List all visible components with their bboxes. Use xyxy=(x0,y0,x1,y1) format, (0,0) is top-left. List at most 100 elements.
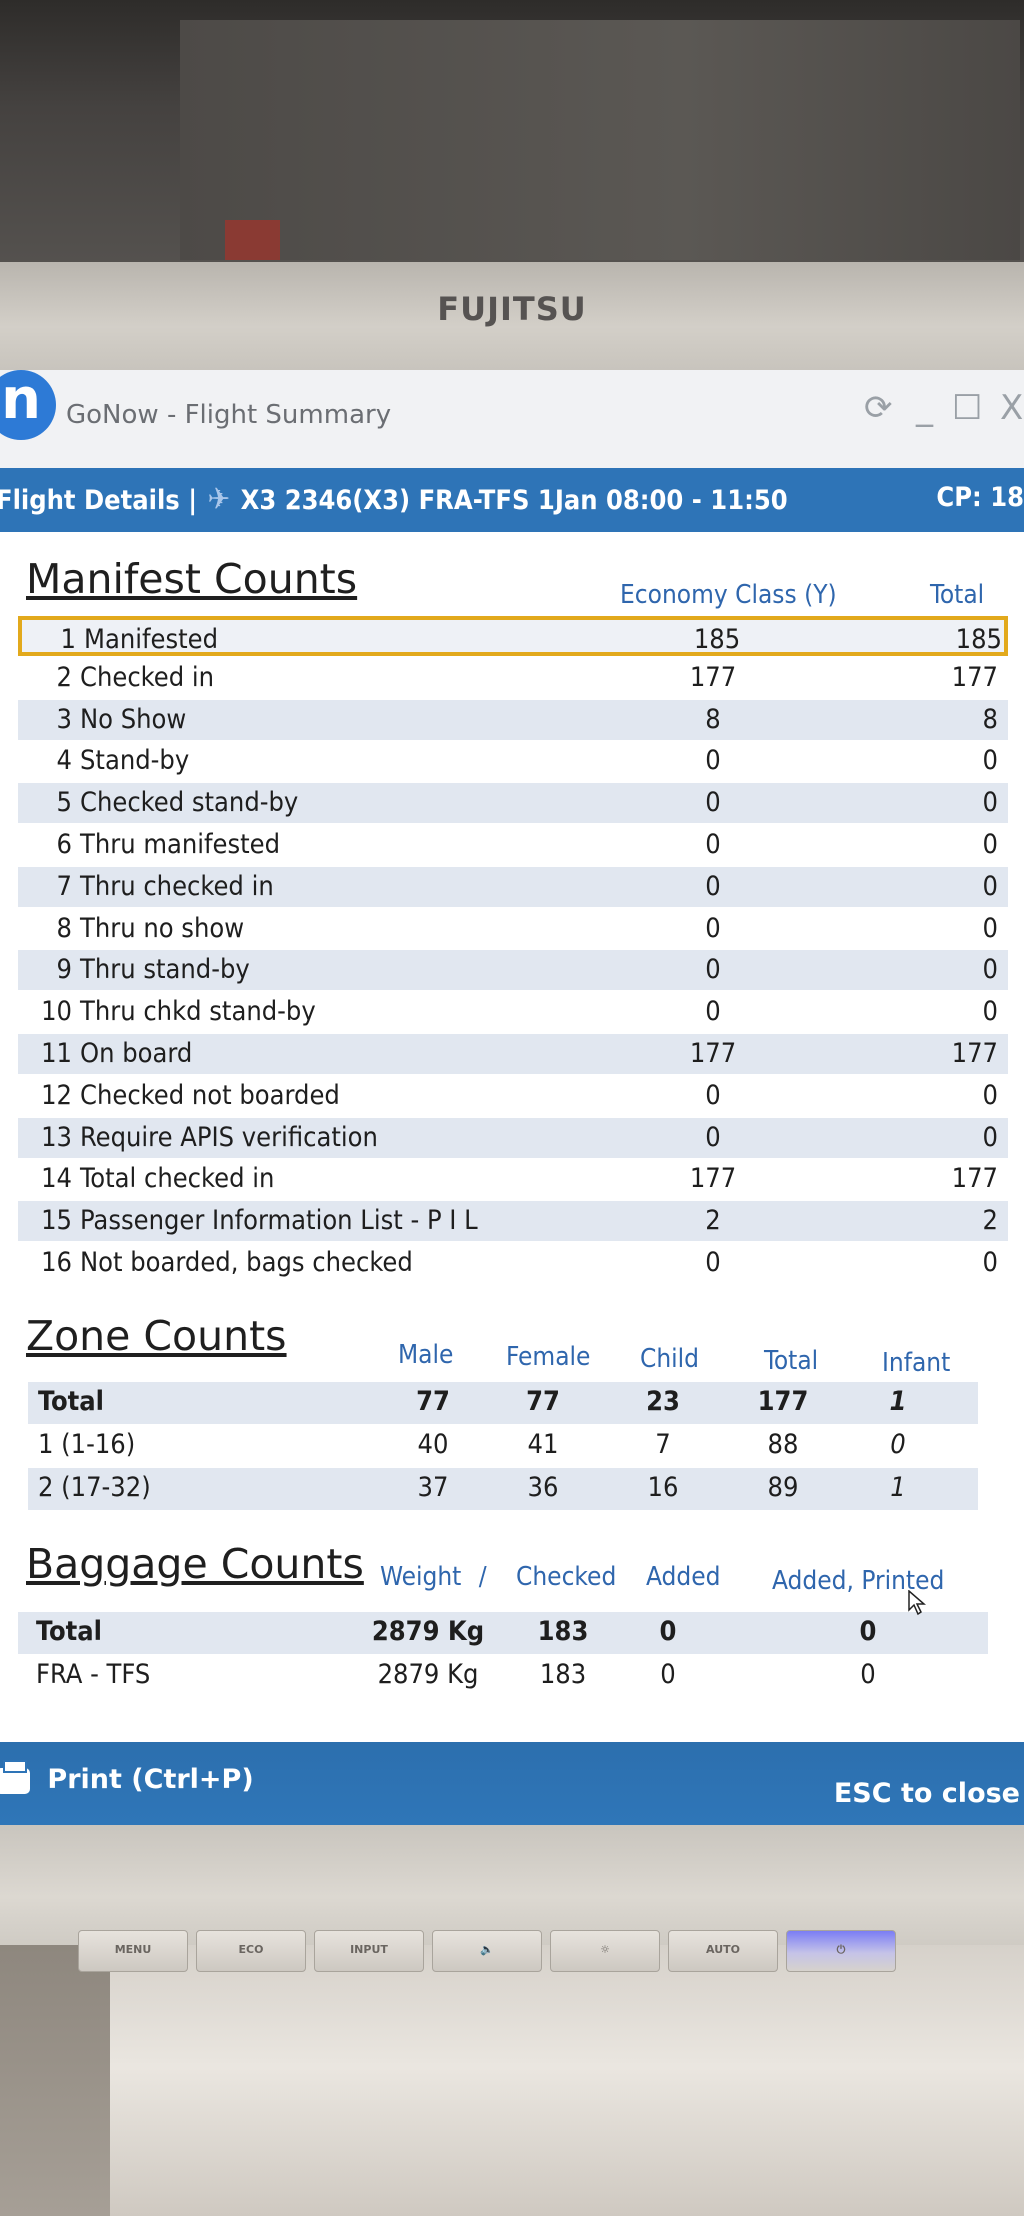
manifest-row-index: 12 xyxy=(41,1079,72,1111)
manifest-row[interactable]: 4 Stand-by 0 0 xyxy=(18,741,1008,781)
zone-female: 77 xyxy=(526,1386,560,1417)
baggage-col-weight: Weight / xyxy=(380,1562,497,1592)
manifest-row[interactable]: 16 Not boarded, bags checked 0 0 xyxy=(18,1243,1008,1283)
zone-female: 41 xyxy=(527,1429,559,1460)
manifest-row-index: 9 xyxy=(56,954,72,986)
esc-hint: ESC to close xyxy=(833,1778,1020,1809)
volume-button[interactable]: 🔈 xyxy=(432,1930,542,1972)
zone-female: 36 xyxy=(527,1472,559,1503)
manifest-row-total: 8 xyxy=(982,703,998,735)
mouse-cursor-icon xyxy=(908,1590,926,1616)
auto-button[interactable]: AUTO xyxy=(668,1930,778,1972)
manifest-row-index: 16 xyxy=(41,1247,72,1278)
manifest-col-total: Total xyxy=(930,580,985,610)
manifest-row-economy: 0 xyxy=(705,829,721,860)
manifest-row-economy: 177 xyxy=(689,1163,737,1195)
manifest-row-label: Thru checked in xyxy=(80,870,274,902)
manifest-row-total: 0 xyxy=(982,996,998,1028)
zone-title: Zone Counts xyxy=(26,1312,287,1360)
manifest-row-label: No Show xyxy=(80,703,187,735)
zone-col-male: Male xyxy=(398,1340,454,1370)
eco-button[interactable]: ECO xyxy=(196,1930,306,1972)
wall-sign xyxy=(225,220,280,260)
monitor-brand-logo: FUJITSU xyxy=(437,290,587,328)
manifest-row-index: 5 xyxy=(56,787,72,819)
manifest-row[interactable]: 12 Checked not boarded 0 0 xyxy=(18,1076,1008,1116)
power-button[interactable]: ⏻ xyxy=(786,1930,896,1972)
manifest-row-index: 3 xyxy=(56,703,72,735)
baggage-added: 0 xyxy=(660,1659,676,1690)
manifest-row-label: Stand-by xyxy=(80,745,190,777)
manifest-row-label: Thru chkd stand-by xyxy=(80,996,316,1028)
manifest-row-label: Thru stand-by xyxy=(80,954,250,986)
flight-details-text: X3 2346(X3) FRA-TFS 1Jan 08:00 - 11:50 xyxy=(240,485,788,516)
zone-child: 7 xyxy=(655,1429,671,1460)
floor-area xyxy=(0,1945,110,2216)
menu-button[interactable]: MENU xyxy=(78,1930,188,1972)
manifest-row-economy: 8 xyxy=(705,703,721,735)
zone-col-female: Female xyxy=(506,1342,591,1372)
manifest-row-total: 0 xyxy=(982,745,998,777)
manifest-row[interactable]: 14 Total checked in 177 177 xyxy=(18,1159,1008,1199)
zone-row[interactable]: 1 (1-16) 40 41 7 88 0 xyxy=(28,1425,978,1467)
baggage-title: Baggage Counts xyxy=(26,1540,364,1588)
baggage-checked: 183 xyxy=(539,1659,587,1690)
window-titlebar: n GoNow - Flight Summary ⟳ _ ☐ X xyxy=(0,370,1024,468)
zone-row[interactable]: 2 (17-32) 37 36 16 89 1 xyxy=(28,1468,978,1510)
manifest-row-label: Thru no show xyxy=(80,912,245,944)
manifest-row[interactable]: 6 Thru manifested 0 0 xyxy=(18,825,1008,865)
brightness-button[interactable]: ☼ xyxy=(550,1930,660,1972)
manifest-row[interactable]: 1 Manifested 185 185 xyxy=(18,616,1008,656)
manifest-row-total: 177 xyxy=(951,661,998,693)
minimize-button[interactable]: _ xyxy=(916,388,933,428)
manifest-row[interactable]: 3 No Show 8 8 xyxy=(18,699,1008,740)
maximize-button[interactable]: ☐ xyxy=(952,388,982,428)
baggage-col-sep: / xyxy=(478,1562,487,1592)
zone-infant: 0 xyxy=(890,1429,906,1460)
manifest-row-total: 0 xyxy=(982,1247,998,1278)
window-footer: Print (Ctrl+P) ESC to close xyxy=(0,1742,1024,1825)
manifest-row[interactable]: 8 Thru no show 0 0 xyxy=(18,909,1008,949)
manifest-row[interactable]: 9 Thru stand-by 0 0 xyxy=(18,950,1008,991)
app-logo-icon: n xyxy=(0,370,56,440)
zone-total: 89 xyxy=(767,1472,799,1503)
manifest-row[interactable]: 7 Thru checked in 0 0 xyxy=(18,866,1008,907)
manifest-row-total: 0 xyxy=(982,829,998,860)
baggage-printed: 0 xyxy=(860,1659,876,1690)
manifest-row-label: Manifested xyxy=(84,624,219,655)
cp-value: CP: 18 xyxy=(936,482,1024,513)
baggage-row[interactable]: Total 2879 Kg 183 0 0 xyxy=(18,1612,988,1654)
close-button[interactable]: X xyxy=(1000,388,1023,428)
manifest-row-index: 4 xyxy=(56,745,72,777)
manifest-row[interactable]: 2 Checked in 177 177 xyxy=(18,658,1008,698)
manifest-row-label: Not boarded, bags checked xyxy=(80,1247,413,1278)
manifest-row-total: 0 xyxy=(982,870,998,902)
zone-male: 40 xyxy=(417,1429,449,1460)
manifest-row-total: 177 xyxy=(951,1038,998,1069)
background-wall xyxy=(0,0,1024,270)
manifest-row[interactable]: 15 Passenger Information List - P I L 2 2 xyxy=(18,1201,1008,1242)
print-button[interactable]: Print (Ctrl+P) xyxy=(0,1759,254,1795)
desk-surface xyxy=(0,1945,1024,2216)
baggage-col-added: Added xyxy=(646,1562,721,1592)
baggage-weight: 2879 Kg xyxy=(371,1616,485,1647)
manifest-row[interactable]: 5 Checked stand-by 0 0 xyxy=(18,783,1008,824)
refresh-icon[interactable]: ⟳ xyxy=(864,388,893,428)
zone-name: 1 (1-16) xyxy=(38,1429,136,1460)
manifest-row-index: 15 xyxy=(41,1205,72,1237)
manifest-row-index: 13 xyxy=(41,1121,72,1153)
manifest-row-label: Checked in xyxy=(80,661,215,693)
zone-total: 177 xyxy=(757,1386,809,1417)
baggage-col-checked: Checked xyxy=(516,1562,617,1592)
manifest-row[interactable]: 10 Thru chkd stand-by 0 0 xyxy=(18,992,1008,1032)
flight-details: Flight Details | ✈ X3 2346(X3) FRA-TFS 1… xyxy=(0,482,788,517)
zone-col-total: Total xyxy=(764,1346,819,1376)
manifest-row-label: Checked not boarded xyxy=(80,1079,340,1111)
input-button[interactable]: INPUT xyxy=(314,1930,424,1972)
manifest-row-total: 2 xyxy=(982,1205,998,1237)
baggage-row[interactable]: FRA - TFS 2879 Kg 183 0 0 xyxy=(18,1655,988,1697)
zone-name: 2 (17-32) xyxy=(38,1472,151,1503)
zone-row[interactable]: Total 77 77 23 177 1 xyxy=(28,1382,978,1424)
manifest-row[interactable]: 11 On board 177 177 xyxy=(18,1034,1008,1074)
manifest-row[interactable]: 13 Require APIS verification 0 0 xyxy=(18,1117,1008,1158)
